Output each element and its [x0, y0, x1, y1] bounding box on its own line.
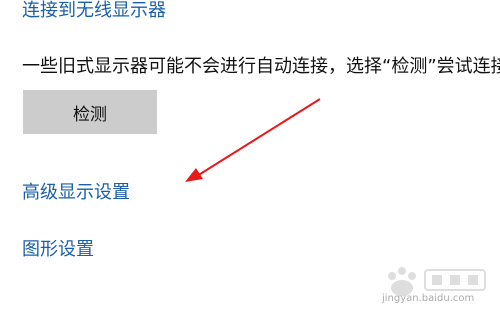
- watermark-text: jingyan.baidu.com: [382, 293, 475, 304]
- baidu-jingyan-logo: [388, 267, 486, 296]
